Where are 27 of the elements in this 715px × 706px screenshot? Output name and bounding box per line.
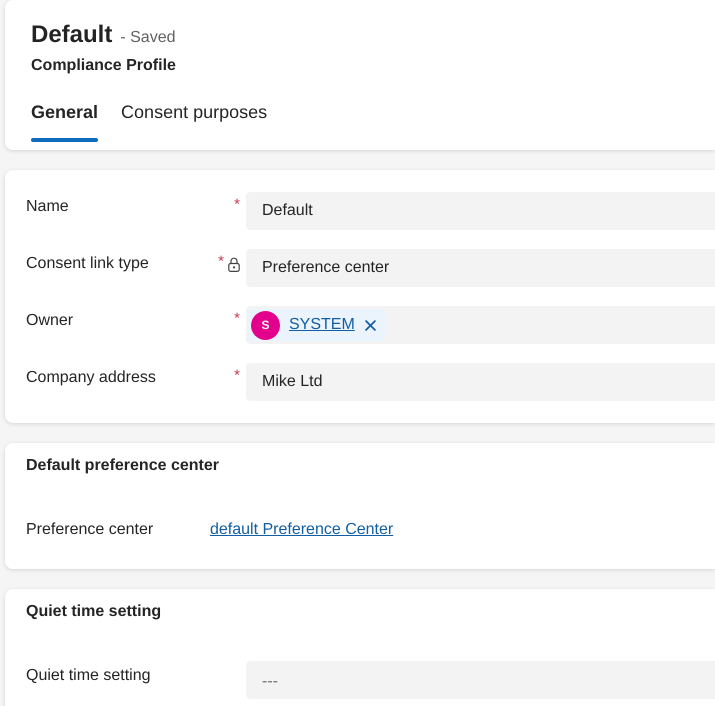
input-field[interactable]: Mike Ltd [246,363,715,401]
input-field[interactable]: Preference center [246,249,715,287]
section-title: Default preference center [26,456,219,476]
tab[interactable]: General [31,100,98,138]
section-title: Quiet time setting [26,602,162,622]
tab[interactable]: Consent purposes [121,100,268,138]
required-asterisk: * [234,369,240,383]
record-title: Default [31,20,112,50]
avatar: S [251,310,280,340]
lookup-chip[interactable]: S SYSTEM [248,309,385,341]
required-asterisk: * [234,312,240,326]
field-label: Name [26,197,69,217]
field-label: Consent link type [26,254,149,274]
field-label: Owner [26,311,74,331]
save-status: - Saved [120,28,176,48]
input-field[interactable]: Default [246,192,715,230]
required-asterisk: * [218,255,224,269]
record-link[interactable]: default Preference Center [210,515,394,541]
lookup-field[interactable]: S SYSTEM [246,306,715,344]
record-link[interactable]: SYSTEM [289,313,355,337]
input-field[interactable]: --- [246,661,715,699]
entity-name: Compliance Profile [31,56,176,76]
field-label: Company address [26,368,156,388]
close-icon[interactable] [364,320,376,330]
field-label: Preference center [26,520,154,540]
required-asterisk: * [234,198,240,212]
field-label: Quiet time setting [26,666,150,686]
